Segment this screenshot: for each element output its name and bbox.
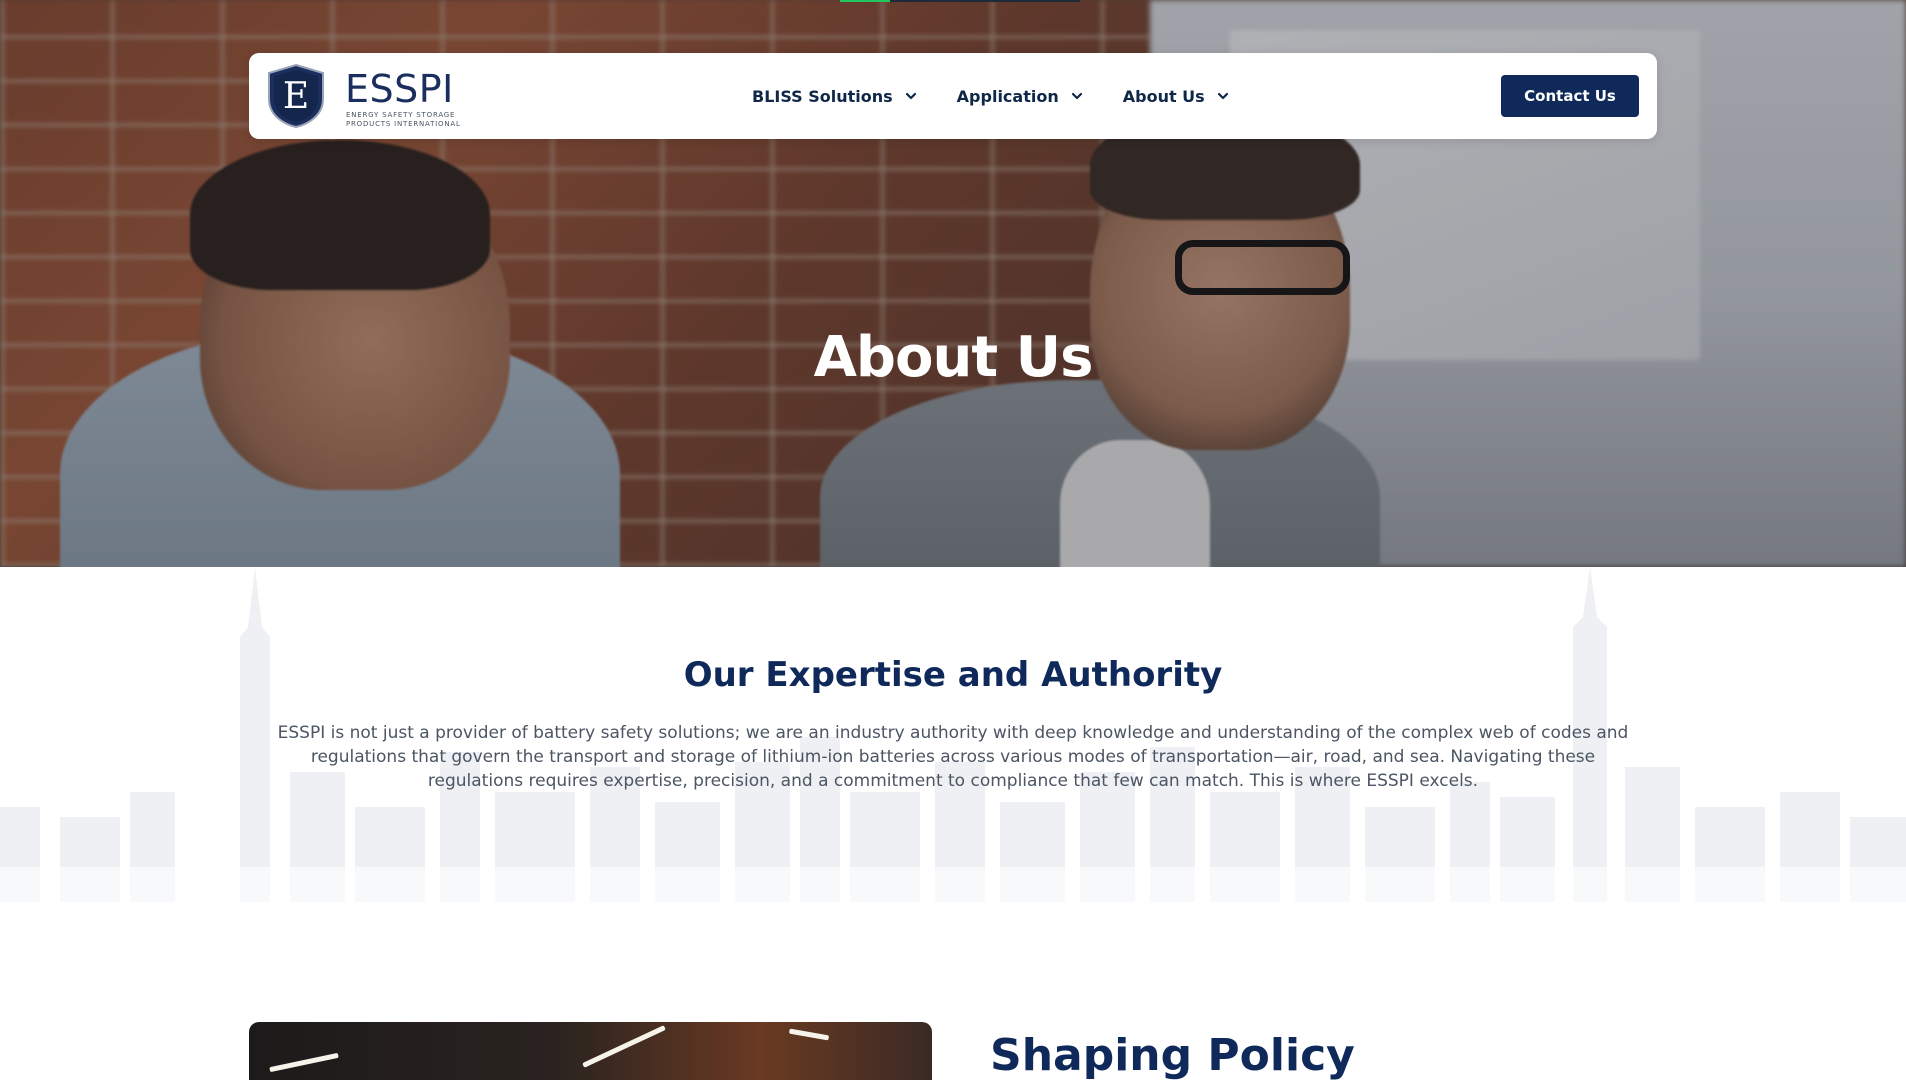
ceiling-light [269,1052,339,1073]
expertise-section: Our Expertise and Authority ESSPI is not… [0,567,1906,902]
ceiling-light [582,1025,666,1068]
contact-us-button[interactable]: Contact Us [1501,75,1639,117]
logo-tagline-line-1: ENERGY SAFETY STORAGE [346,111,456,119]
page-progress-track [890,0,1080,2]
chevron-down-icon [1071,92,1082,100]
nav-item-bliss-solutions[interactable]: BLISS Solutions [752,87,917,106]
ceiling-light [788,1028,830,1041]
nav-item-label: BLISS Solutions [752,86,893,106]
nav-item-application[interactable]: Application [957,87,1083,106]
logo-wordmark: ESSPI [345,67,454,111]
chevron-down-icon [905,92,916,100]
primary-menu: BLISS Solutions Application About Us [752,53,1269,139]
expertise-description: ESSPI is not just a provider of battery … [277,723,1629,791]
site-logo[interactable]: E ESSPI ENERGY SAFETY STORAGE PRODUCTS I… [265,63,465,129]
nav-item-label: Application [956,86,1059,106]
expertise-title: Our Expertise and Authority [683,655,1223,695]
main-navbar: E ESSPI ENERGY SAFETY STORAGE PRODUCTS I… [249,53,1657,139]
nav-item-about-us[interactable]: About Us [1123,87,1229,106]
chevron-down-icon [1217,92,1228,100]
page-progress-indicator [840,0,890,2]
shield-logo-icon: E [268,63,324,129]
logo-letter: E [283,76,309,117]
nav-item-label: About Us [1122,86,1205,106]
hero-title: About Us [813,325,1094,390]
logo-tagline-line-2: PRODUCTS INTERNATIONAL [346,120,461,128]
policy-section-image [249,1022,932,1080]
policy-title: Shaping Policy [990,1030,1355,1080]
